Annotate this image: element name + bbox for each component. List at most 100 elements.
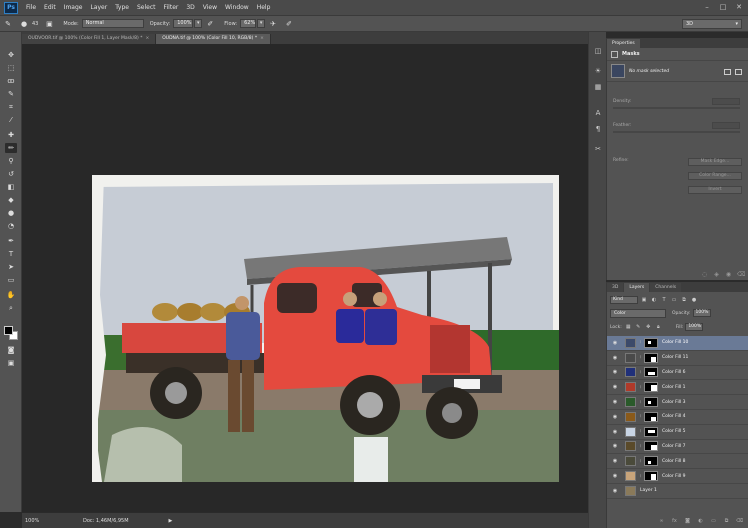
mask-link-icon[interactable]: ⁝ [638, 459, 643, 464]
layer-thumbnail[interactable] [625, 411, 636, 422]
pressure-opacity-icon[interactable]: ✐ [205, 19, 215, 29]
density-slider[interactable] [613, 107, 740, 109]
lock-transparent-icon[interactable]: ▦ [625, 324, 632, 331]
layer-name[interactable]: Layer 1 [640, 488, 657, 493]
canvas-area[interactable] [22, 44, 588, 512]
layer-row[interactable]: ◉ ⁝ Color Fill 3 [607, 395, 748, 410]
layer-row[interactable]: ◉ ⁝ Color Fill 1 [607, 380, 748, 396]
layer-thumbnail[interactable] [625, 471, 636, 482]
menu-edit[interactable]: Edit [44, 4, 56, 11]
smart-object-filter-icon[interactable]: ⧉ [680, 296, 688, 304]
dodge-tool-icon[interactable]: ◔ [5, 221, 17, 231]
layer-row[interactable]: ◉ ⁝ Color Fill 9 [607, 469, 748, 484]
pixel-mask-icon[interactable] [724, 69, 731, 75]
adjustment-filter-icon[interactable]: ◐ [650, 296, 658, 304]
zoom-tool-icon[interactable]: ⌕ [5, 303, 17, 313]
paragraph-panel-icon[interactable]: ¶ [593, 124, 603, 134]
layer-row[interactable]: ◉ ⁝ Color Fill 6 [607, 366, 748, 381]
layer-thumbnail[interactable] [625, 485, 636, 496]
visibility-icon[interactable]: ◉ [725, 271, 732, 278]
zoom-level[interactable]: 100% [25, 516, 53, 526]
layer-row[interactable]: ◉ ⁝ Color Fill 7 [607, 440, 748, 455]
history-brush-tool-icon[interactable]: ↺ [5, 169, 17, 179]
visibility-eye-icon[interactable]: ◉ [611, 428, 619, 436]
lock-position-icon[interactable]: ✥ [645, 324, 652, 331]
layer-name[interactable]: Color Fill 1 [662, 385, 685, 390]
visibility-eye-icon[interactable]: ◉ [611, 398, 619, 406]
layer-row[interactable]: ◉ ⁝ Color Fill 8 [607, 454, 748, 470]
opacity-field[interactable]: 100% [173, 19, 194, 28]
foreground-color-swatch[interactable] [4, 326, 13, 335]
layer-thumbnail[interactable] [625, 456, 636, 467]
invert-button[interactable]: Invert [688, 186, 742, 194]
opacity-arrow[interactable]: ▾ [194, 19, 203, 28]
layer-thumbnail[interactable] [625, 352, 636, 363]
layer-name[interactable]: Color Fill 7 [662, 444, 685, 449]
status-menu-arrow[interactable]: ▶ [169, 518, 173, 524]
brush-panel-icon[interactable]: ▣ [44, 19, 54, 29]
new-layer-icon[interactable]: ⧉ [723, 518, 730, 525]
layer-style-icon[interactable]: fx [671, 518, 678, 525]
layer-mask-thumbnail[interactable] [644, 456, 658, 467]
layer-thumbnail[interactable] [625, 337, 636, 348]
layer-mask-thumbnail[interactable] [644, 426, 658, 437]
menu-select[interactable]: Select [137, 4, 156, 11]
mask-link-icon[interactable]: ⁝ [638, 400, 643, 405]
layer-name[interactable]: Color Fill 9 [662, 474, 685, 479]
new-group-icon[interactable]: ▭ [710, 518, 717, 525]
mask-link-icon[interactable]: ⁝ [638, 355, 643, 360]
history-panel-icon[interactable]: ◫ [593, 46, 603, 56]
visibility-eye-icon[interactable]: ◉ [611, 354, 619, 362]
move-tool-icon[interactable]: ✥ [5, 50, 17, 60]
flow-field[interactable]: 62% [240, 19, 257, 28]
brush-tool-icon[interactable]: ✏ [5, 143, 17, 153]
vector-mask-icon[interactable] [735, 69, 742, 75]
layer-thumbnail[interactable] [625, 397, 636, 408]
type-tool-icon[interactable]: T [5, 249, 17, 259]
eyedropper-tool-icon[interactable]: ⁄ [5, 115, 17, 125]
layer-opacity-field[interactable]: 100% [692, 309, 711, 317]
layer-mask-thumbnail[interactable] [644, 397, 658, 408]
layer-mask-thumbnail[interactable] [644, 411, 658, 422]
layer-thumbnail[interactable] [625, 367, 636, 378]
airbrush-icon[interactable]: ✈ [268, 19, 278, 29]
layer-thumbnail[interactable] [625, 382, 636, 393]
menu-help[interactable]: Help [257, 4, 271, 11]
character-panel-icon[interactable]: A [593, 108, 603, 118]
mask-link-icon[interactable]: ⁝ [638, 444, 643, 449]
paint-bucket-tool-icon[interactable]: ◆ [5, 195, 17, 205]
mask-link-icon[interactable]: ⁝ [638, 429, 643, 434]
visibility-eye-icon[interactable]: ◉ [611, 413, 619, 421]
menu-file[interactable]: File [26, 4, 36, 11]
close-icon[interactable]: × [260, 36, 264, 41]
layer-row[interactable]: ◉ ⁝ Color Fill 4 [607, 410, 748, 425]
tab-channels[interactable]: Channels [650, 283, 682, 292]
type-filter-icon[interactable]: T [660, 296, 668, 304]
healing-brush-tool-icon[interactable]: ✚ [5, 130, 17, 140]
visibility-eye-icon[interactable]: ◉ [611, 472, 619, 480]
flow-arrow[interactable]: ▾ [257, 19, 266, 28]
apply-mask-icon[interactable]: ◈ [713, 271, 720, 278]
color-range-button[interactable]: Color Range... [688, 172, 742, 180]
mask-link-icon[interactable]: ⁝ [638, 370, 643, 375]
visibility-eye-icon[interactable]: ◉ [611, 457, 619, 465]
mode-select[interactable]: Normal [81, 19, 144, 28]
minimize-icon[interactable]: – [702, 3, 712, 11]
layer-thumbnail[interactable] [625, 426, 636, 437]
mask-link-icon[interactable]: ⁝ [638, 340, 643, 345]
layer-name[interactable]: Color Fill 3 [662, 400, 685, 405]
menu-type[interactable]: Type [115, 4, 129, 11]
mask-edge-button[interactable]: Mask Edge... [688, 158, 742, 166]
visibility-eye-icon[interactable]: ◉ [611, 442, 619, 450]
document-image[interactable] [92, 175, 559, 482]
marquee-tool-icon[interactable]: ⬚ [5, 63, 17, 73]
layer-name[interactable]: Color Fill 6 [662, 370, 685, 375]
density-field[interactable] [712, 98, 740, 105]
lock-all-icon[interactable]: 🔒︎ [655, 324, 662, 331]
blend-mode-select[interactable]: Color [610, 308, 666, 318]
visibility-eye-icon[interactable]: ◉ [611, 368, 619, 376]
layer-mask-thumbnail[interactable] [644, 441, 658, 452]
kind-filter-select[interactable]: Kind [610, 296, 638, 304]
tab-3d[interactable]: 3D [607, 283, 624, 292]
lasso-tool-icon[interactable]: ꝏ [5, 76, 17, 86]
